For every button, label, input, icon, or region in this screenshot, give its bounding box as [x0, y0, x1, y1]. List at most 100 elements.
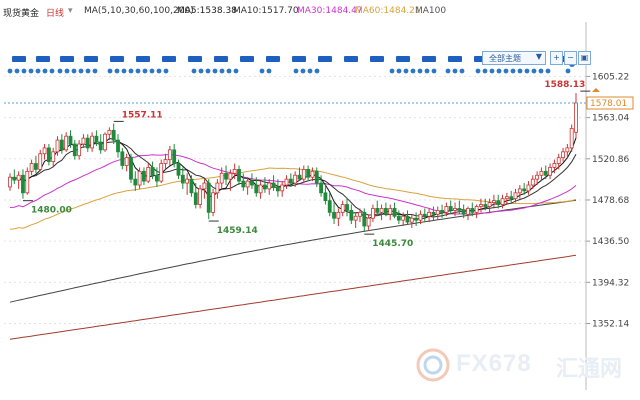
candle-body	[509, 196, 514, 200]
candle-body	[574, 102, 578, 133]
candle-body	[25, 170, 30, 194]
candle-body	[349, 209, 354, 221]
price-marker-icon	[592, 87, 600, 92]
event-dot-icon	[452, 68, 458, 74]
ma100-line	[9, 199, 577, 303]
candle-body	[569, 127, 574, 149]
candle-body	[383, 208, 388, 215]
candle-body	[556, 157, 561, 164]
event-dot-icon	[191, 68, 197, 74]
candle-body	[293, 174, 298, 184]
candle-body	[375, 208, 380, 213]
candle-body	[435, 209, 440, 215]
event-dot-icon	[459, 68, 465, 74]
event-marker-icon	[110, 56, 124, 62]
annotation-label: 1445.70	[372, 239, 413, 249]
event-dot-icon	[293, 68, 299, 74]
candle-body	[206, 182, 211, 213]
candle-body	[98, 141, 103, 151]
event-dot-icon	[259, 68, 265, 74]
annotation-label: 1588.13	[544, 80, 585, 90]
event-dot-icon	[489, 68, 495, 74]
candle-body	[146, 167, 151, 182]
candle-body	[440, 209, 444, 213]
candle-body	[392, 208, 397, 217]
event-marker-icon	[448, 56, 462, 62]
event-dot-icon	[531, 68, 537, 74]
candle-body	[267, 182, 272, 190]
watermark-cn: 汇通网	[556, 357, 623, 382]
candle-body	[396, 215, 401, 221]
event-dot-icon	[545, 68, 551, 74]
candle-body	[336, 211, 341, 219]
event-marker-icon	[240, 56, 254, 62]
candle-body	[461, 209, 466, 215]
candle-body	[483, 204, 488, 207]
zoom-in-button[interactable]: +	[550, 51, 563, 65]
event-dot-icon	[524, 68, 530, 74]
y-tick-label: 1352.14	[592, 320, 629, 330]
candle-body	[422, 213, 427, 217]
event-dot-icon	[482, 68, 488, 74]
candle-body	[275, 186, 280, 192]
candle-body	[180, 174, 185, 184]
event-marker-icon	[84, 56, 98, 62]
candle-body	[414, 217, 419, 221]
event-dot-icon	[431, 68, 437, 74]
candle-body	[327, 200, 332, 213]
event-dot-icon	[226, 68, 232, 74]
event-dot-icon	[445, 68, 451, 74]
candle-body	[241, 180, 246, 188]
event-dot-icon	[7, 68, 13, 74]
zoom-out-button[interactable]: −	[564, 51, 577, 65]
candle-body	[526, 184, 531, 192]
ma200-line	[9, 254, 577, 340]
candle-body	[310, 170, 315, 178]
event-dot-icon	[266, 68, 272, 74]
candle-body	[42, 147, 47, 155]
event-dot-icon	[128, 68, 134, 74]
event-dot-icon	[389, 68, 395, 74]
candle-body	[353, 215, 358, 221]
annotation-label: 1459.14	[217, 226, 258, 236]
candle-body	[444, 206, 449, 213]
settings-button[interactable]: ▣	[578, 51, 591, 65]
candle-body	[552, 163, 557, 168]
event-dot-icon	[42, 68, 48, 74]
event-marker-icon	[422, 56, 436, 62]
candle-body	[211, 192, 215, 213]
fx678-watermark: FX678 汇通网	[416, 348, 636, 382]
ma60-line	[9, 167, 577, 230]
candle-body	[539, 170, 544, 176]
candle-body	[85, 137, 90, 149]
candle-body	[453, 208, 457, 211]
candle-body	[12, 176, 17, 181]
candle-body	[167, 149, 172, 161]
candle-body	[8, 176, 12, 188]
theme-select[interactable]: 全部主题 ▼	[482, 51, 546, 65]
candle-body	[254, 184, 259, 194]
y-tick-label: 1478.68	[592, 196, 629, 206]
candle-body	[116, 139, 120, 153]
event-dot-icon	[198, 68, 204, 74]
candle-body	[34, 163, 38, 170]
event-dot-icon	[517, 68, 523, 74]
candle-body	[64, 135, 69, 151]
candle-body	[224, 172, 228, 180]
candle-body	[427, 211, 432, 217]
event-marker-icon	[162, 56, 176, 62]
candle-body	[245, 180, 250, 188]
candle-body	[129, 157, 133, 180]
candle-body	[176, 163, 181, 176]
event-dot-icon	[64, 68, 70, 74]
candle-body	[565, 147, 570, 153]
candle-body	[288, 178, 293, 184]
candle-body	[548, 167, 552, 176]
candle-body	[215, 182, 220, 194]
candle-body	[90, 135, 95, 149]
event-dot-icon	[28, 68, 34, 74]
event-marker-icon	[292, 56, 306, 62]
event-dot-icon	[307, 68, 313, 74]
candle-body	[150, 167, 155, 176]
candle-body	[94, 135, 99, 143]
